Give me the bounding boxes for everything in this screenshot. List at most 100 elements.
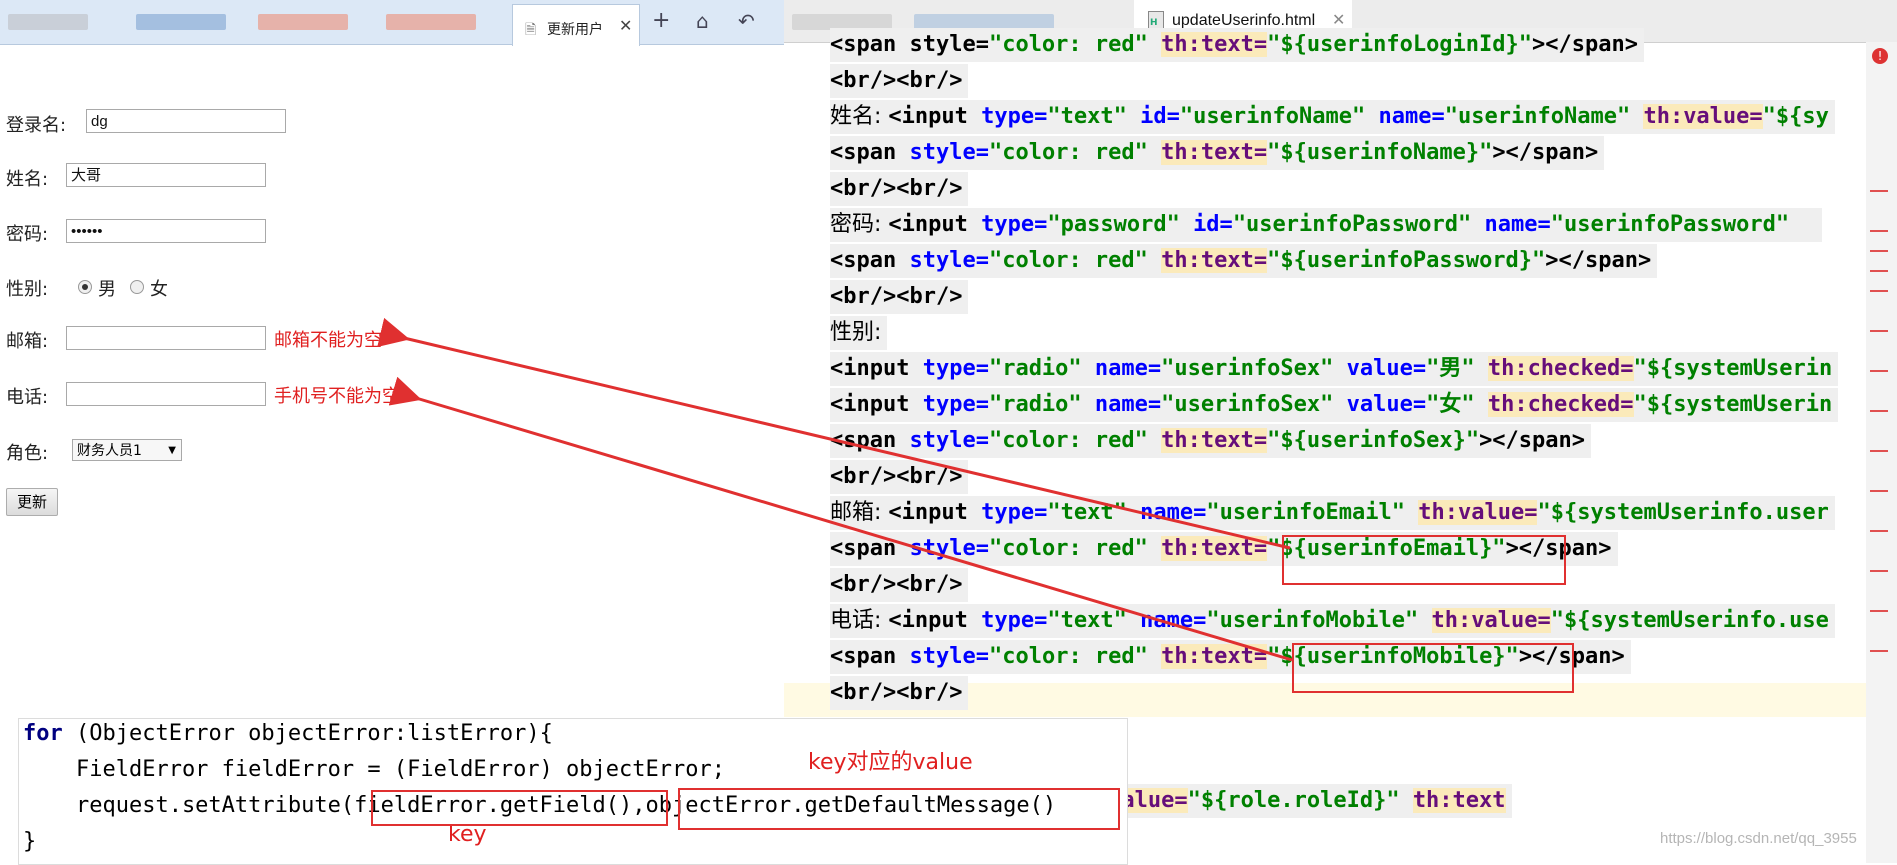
code-token: th:checked=: [1487, 356, 1634, 381]
highlight-getdefaultmessage: [678, 788, 1120, 830]
error-stripe-mark[interactable]: [1870, 270, 1888, 272]
code-line[interactable]: <br/><br/>: [830, 460, 969, 494]
error-stripe-mark[interactable]: [1870, 490, 1888, 492]
error-stripe-mark[interactable]: [1870, 250, 1888, 252]
code-token: "${systemUserin: [1633, 392, 1833, 417]
tab-list-icon[interactable]: ⌂: [696, 10, 709, 32]
email-label: 邮箱:: [6, 331, 49, 352]
password-input[interactable]: ••••••: [66, 219, 266, 243]
new-tab-icon[interactable]: +: [652, 10, 670, 32]
code-line[interactable]: 邮箱: <input type="text" name="userinfoEma…: [830, 496, 1835, 530]
code-token: th:text=: [1161, 140, 1268, 165]
code-line[interactable]: <br/><br/>: [830, 676, 969, 710]
radio-male[interactable]: [78, 280, 92, 294]
code-token: "userinfoSex": [1161, 392, 1334, 417]
code-line[interactable]: 密码: <input type="password" id="userinfoP…: [830, 208, 1822, 242]
code-token: <input: [888, 500, 982, 525]
code-token: 性别:: [830, 320, 882, 345]
error-stripe-mark[interactable]: [1870, 650, 1888, 652]
code-line[interactable]: <br/><br/>: [830, 172, 969, 206]
code-line[interactable]: <span style="color: red" th:text="${user…: [830, 28, 1644, 62]
close-tab-icon[interactable]: ✕: [619, 16, 632, 35]
snippet-line: FieldError fieldError = (FieldError) obj…: [23, 757, 725, 782]
code-token: name=: [1140, 500, 1207, 525]
code-token: th:text: [1412, 788, 1506, 813]
close-tab-icon[interactable]: ✕: [1332, 10, 1345, 29]
browser-tab-blurred[interactable]: [386, 14, 476, 30]
code-line[interactable]: <span style="color: red" th:text="${user…: [830, 244, 1658, 278]
code-line[interactable]: 性别:: [830, 316, 888, 350]
error-stripe-mark[interactable]: [1870, 230, 1888, 232]
error-stripe-mark[interactable]: [1870, 330, 1888, 332]
browser-tab-blurred[interactable]: [8, 14, 88, 30]
code-token: "${userinfoSex}": [1267, 428, 1480, 453]
code-token: "text": [1047, 104, 1127, 129]
email-input[interactable]: [66, 326, 266, 350]
code-line[interactable]: <input type="radio" name="userinfoSex" v…: [830, 388, 1839, 422]
code-line[interactable]: <br/><br/>: [830, 64, 969, 98]
error-stripe-mark[interactable]: [1870, 410, 1888, 412]
error-stripe-mark[interactable]: [1870, 370, 1888, 372]
browser-tab-blurred[interactable]: [258, 14, 348, 30]
error-stripe-mark[interactable]: [1870, 450, 1888, 452]
code-token: name=: [1094, 392, 1162, 417]
code-line[interactable]: 电话: <input type="text" name="userinfoMob…: [830, 604, 1835, 638]
error-icon[interactable]: !: [1872, 48, 1888, 64]
highlight-getfield: [371, 790, 668, 826]
code-token: <br/><br/>: [830, 284, 963, 309]
code-token: style=: [909, 428, 989, 453]
snippet-line: for (ObjectError objectError:listError){: [23, 721, 553, 746]
code-token: th:text=: [1161, 536, 1268, 561]
code-token: "userinfoSex": [1161, 356, 1334, 381]
password-label: 密码:: [6, 224, 49, 245]
code-token: "${systemUserinfo.user: [1537, 500, 1829, 525]
code-line[interactable]: <span style="color: red" th:text="${user…: [830, 424, 1592, 458]
code-line[interactable]: <br/><br/>: [830, 568, 969, 602]
code-token: id=: [1140, 104, 1180, 129]
error-stripe-mark[interactable]: [1870, 530, 1888, 532]
code-token: "${role.roleId}": [1187, 788, 1400, 813]
code-token: type=: [922, 392, 989, 417]
code-token: style=: [909, 248, 989, 273]
error-stripe-mark[interactable]: [1870, 610, 1888, 612]
code-token: "男": [1426, 356, 1475, 381]
login-input[interactable]: dg: [86, 109, 286, 133]
name-input[interactable]: 大哥: [66, 163, 266, 187]
radio-female[interactable]: [130, 280, 144, 294]
code-token: 密码:: [830, 212, 889, 237]
phone-input[interactable]: [66, 382, 266, 406]
code-token: id=: [1193, 212, 1233, 237]
code-token: name=: [1484, 212, 1551, 237]
code-token: <span: [830, 140, 910, 165]
error-stripe-mark[interactable]: [1870, 190, 1888, 192]
code-line[interactable]: <input type="radio" name="userinfoSex" v…: [830, 352, 1839, 386]
update-button[interactable]: 更新: [6, 488, 58, 516]
code-line[interactable]: 姓名: <input type="text" id="userinfoName"…: [830, 100, 1835, 134]
code-token: ></span>: [1479, 428, 1586, 453]
code-token: <input: [888, 608, 982, 633]
code-token: "color: red": [988, 32, 1148, 57]
radio-female-label: 女: [150, 279, 168, 300]
role-select[interactable]: 财务人员1 ▼: [72, 439, 182, 461]
browser-tab-active[interactable]: 🗎 更新用户 ✕: [512, 4, 640, 46]
code-token: value=: [1346, 392, 1427, 417]
radio-male-label: 男: [98, 279, 116, 300]
code-token: "userinfoMobile": [1206, 608, 1419, 633]
error-stripe-mark[interactable]: [1870, 570, 1888, 572]
undo-icon[interactable]: ↶: [738, 10, 755, 32]
code-line[interactable]: <br/><br/>: [830, 280, 969, 314]
sex-label: 性别:: [6, 279, 49, 300]
browser-tab-blurred[interactable]: [136, 14, 226, 30]
error-stripe-mark[interactable]: [1870, 290, 1888, 292]
code-line[interactable]: <span style="color: red" th:text="${user…: [830, 136, 1605, 170]
code-token: "${userinfoLoginId}": [1267, 32, 1533, 57]
